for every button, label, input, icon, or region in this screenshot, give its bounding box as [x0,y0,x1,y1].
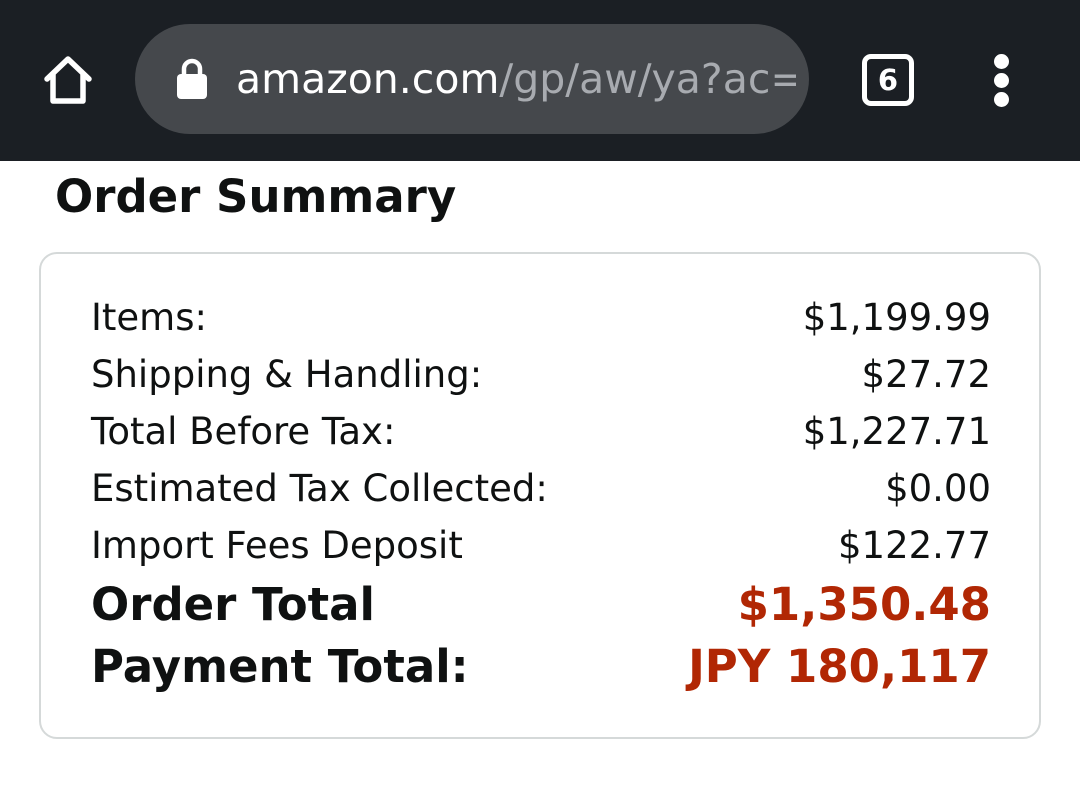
home-icon [44,56,92,104]
row-value: $122.77 [837,524,991,567]
summary-row-import-fees: Import Fees Deposit $122.77 [91,524,991,567]
summary-row-items: Items: $1,199.99 [91,296,991,339]
row-value: $1,199.99 [802,296,991,339]
summary-row-tax: Estimated Tax Collected: $0.00 [91,467,991,510]
row-label: Estimated Tax Collected: [91,467,548,510]
summary-row-shipping: Shipping & Handling: $27.72 [91,353,991,396]
summary-row-before-tax: Total Before Tax: $1,227.71 [91,410,991,453]
address-bar[interactable]: amazon.com/gp/aw/ya?ac= [135,24,809,134]
more-vert-icon[interactable] [982,54,1022,107]
tab-switcher-icon[interactable]: 6 [862,54,914,106]
order-total-value: $1,350.48 [737,578,991,631]
row-value: $27.72 [861,353,991,396]
home-button[interactable] [38,50,98,110]
row-label: Items: [91,296,207,339]
browser-toolbar: amazon.com/gp/aw/ya?ac= 6 [0,0,1080,161]
row-label: Import Fees Deposit [91,524,463,567]
payment-total-value: JPY 180,117 [688,640,991,693]
lock-icon [177,58,207,99]
page-title: Order Summary [55,170,457,223]
payment-total-row: Payment Total: JPY 180,117 [91,640,991,693]
row-label: Shipping & Handling: [91,353,483,396]
row-value: $0.00 [885,467,991,510]
url-text: amazon.com/gp/aw/ya?ac= [236,24,796,134]
row-label: Total Before Tax: [91,410,396,453]
order-total-label: Order Total [91,578,375,631]
url-path: /gp/aw/ya?ac= [499,55,796,103]
order-summary-box: Items: $1,199.99 Shipping & Handling: $2… [39,252,1041,739]
url-domain: amazon.com [236,55,500,103]
payment-total-label: Payment Total: [91,640,469,693]
tab-count: 6 [877,62,899,97]
order-total-row: Order Total $1,350.48 [91,578,991,631]
row-value: $1,227.71 [802,410,991,453]
